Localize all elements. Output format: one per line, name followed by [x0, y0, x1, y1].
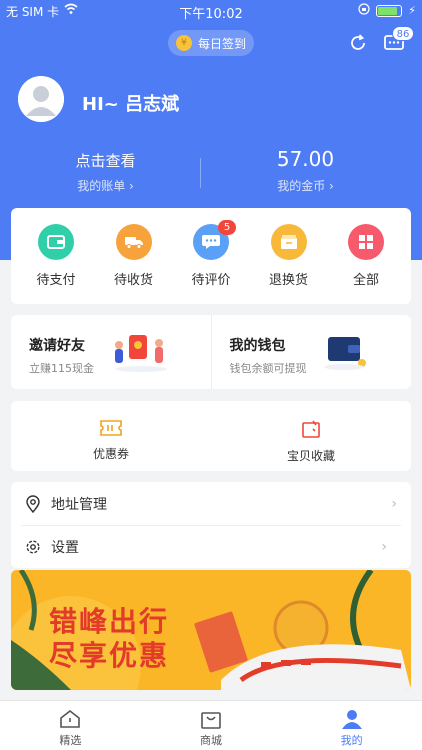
order-pending-receipt[interactable]: 待收货 — [101, 208, 167, 304]
grid-icon — [348, 224, 384, 260]
wallet-title: 我的钱包 — [229, 338, 286, 354]
tab-label: 我的 — [340, 734, 363, 747]
settings-label: 设置 — [51, 540, 79, 556]
coupon-icon — [100, 420, 122, 436]
order-all[interactable]: 全部 — [333, 208, 399, 304]
order-label: 待收货 — [113, 273, 153, 288]
tab-label: 精选 — [59, 734, 82, 747]
coupon-button[interactable]: 优惠券 — [11, 401, 211, 471]
tab-mine[interactable]: 我的 — [281, 701, 422, 750]
order-label: 待支付 — [36, 273, 76, 288]
review-count-badge: 5 — [218, 220, 236, 235]
truck-icon — [115, 224, 152, 260]
coins-label: 我的金币 › — [277, 179, 334, 193]
user-greeting: HI~ 吕志斌 — [82, 94, 180, 115]
shopping-bag-icon — [201, 712, 221, 729]
order-status-card: 待支付 待收货 5 待评价 退换货 全部 — [11, 208, 411, 304]
home-icon — [60, 709, 81, 728]
favorites-label: 宝贝收藏 — [286, 449, 335, 463]
wallet-subtitle: 钱包余额可提现 — [229, 362, 307, 375]
coin-icon: ¥ — [176, 35, 192, 51]
orientation-lock-icon — [358, 3, 370, 18]
user-avatar-icon — [18, 76, 64, 122]
quick-links-card: 优惠券 宝贝收藏 — [11, 401, 411, 471]
settings-row[interactable]: 设置 › — [21, 525, 401, 568]
my-bill-link[interactable]: 点击查看 我的账单 › — [0, 150, 211, 194]
message-count-badge: 86 — [392, 26, 414, 41]
order-pending-payment[interactable]: 待支付 — [23, 208, 89, 304]
address-management-row[interactable]: 地址管理 › — [11, 482, 411, 525]
status-bar: 无 SIM 卡 下午10:02 ⚡ — [0, 0, 422, 22]
favorites-icon — [302, 420, 320, 438]
my-coins-link[interactable]: 57.00 我的金币 › — [200, 147, 411, 194]
invite-friends-illustration-icon — [115, 335, 167, 372]
bottom-tab-bar: 精选 商城 我的 — [0, 700, 422, 750]
order-returns[interactable]: 退换货 — [256, 208, 322, 304]
order-label: 待评价 — [191, 273, 231, 288]
daily-signin-button[interactable]: ¥ 每日签到 — [168, 30, 254, 56]
refresh-icon[interactable] — [348, 33, 368, 53]
charging-icon: ⚡ — [408, 4, 416, 17]
signin-label: 每日签到 — [198, 36, 247, 51]
user-icon — [341, 710, 362, 729]
travel-promo-banner[interactable]: 错峰出行 尽享优惠 — [11, 570, 411, 690]
banner-title-line2: 尽享优惠 — [49, 639, 170, 672]
tab-mall[interactable]: 商城 — [141, 701, 282, 750]
favorites-button[interactable]: 宝贝收藏 — [211, 401, 411, 471]
my-wallet-button[interactable]: 我的钱包 钱包余额可提现 — [210, 315, 412, 389]
bill-label: 我的账单 › — [77, 179, 134, 193]
address-label: 地址管理 — [51, 496, 107, 513]
tab-label: 商城 — [200, 734, 222, 747]
order-label: 全部 — [352, 273, 379, 288]
avatar[interactable] — [18, 76, 64, 122]
order-pending-review[interactable]: 5 待评价 — [178, 208, 244, 304]
bill-title: 点击查看 — [75, 152, 136, 170]
settings-list: 地址管理 › 设置 › — [11, 482, 411, 568]
gear-icon — [26, 540, 40, 554]
wallet-icon — [38, 224, 74, 260]
promo-card: 邀请好友 立赚115现金 我的钱包 钱包余额可提现 — [11, 315, 411, 389]
chevron-right-icon: › — [381, 539, 387, 555]
wallet-illustration-icon — [323, 337, 366, 370]
order-label: 退换货 — [268, 273, 308, 288]
battery-icon — [376, 4, 403, 17]
chevron-right-icon: › — [391, 495, 397, 512]
invite-friends-button[interactable]: 邀请好友 立赚115现金 — [11, 315, 211, 389]
coupon-label: 优惠券 — [92, 447, 129, 461]
return-box-icon — [270, 224, 307, 260]
coins-value: 57.00 — [276, 147, 335, 171]
tab-home[interactable]: 精选 — [0, 701, 141, 750]
location-pin-icon — [26, 494, 40, 513]
